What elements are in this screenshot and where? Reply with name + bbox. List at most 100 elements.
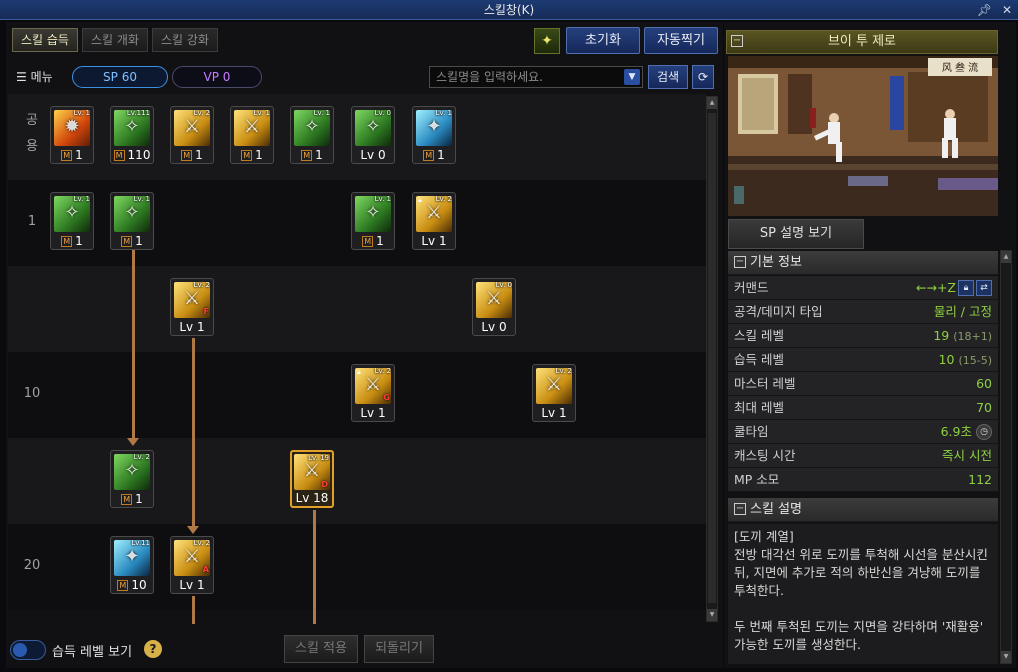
skill-slot[interactable]: ✦ Lv.11 M 10	[110, 536, 154, 594]
info-value: 19	[933, 328, 950, 343]
info-row-damage-type: 공격/데미지 타입 물리 / 고정	[728, 300, 998, 324]
collapse-icon[interactable]: −	[731, 35, 743, 47]
info-key: MP 소모	[734, 472, 780, 487]
tree-connector	[192, 596, 195, 624]
close-icon[interactable]: ✕	[1002, 3, 1012, 17]
help-icon[interactable]: ?	[144, 640, 162, 658]
info-row-cooldown: 쿨타임 6.9초 ◷	[728, 420, 998, 444]
skill-slot[interactable]: ✦ Lv. 1M1	[412, 106, 456, 164]
skill-slot[interactable]: ✧ Lv. 1M1	[50, 192, 94, 250]
info-value: 6.9초	[940, 424, 972, 439]
window-title: 스킬창(K)	[483, 3, 535, 17]
info-value: 10	[938, 352, 955, 367]
skill-level-tag: Lv. 1	[374, 195, 391, 203]
skill-slot[interactable]: ⚔ Lv. 2 Lv 1	[532, 364, 576, 422]
skill-level-tag: Lv. 2	[193, 109, 210, 117]
scroll-up-icon[interactable]: ▲	[1001, 251, 1011, 263]
skill-slot[interactable]: ⚔ Lv. 2 F Lv 1	[170, 278, 214, 336]
learn-level-toggle[interactable]	[10, 640, 46, 660]
pin-icon[interactable]: 📌︎	[977, 3, 992, 17]
skill-slot[interactable]: ✹ Lv. 1M1	[50, 106, 94, 164]
skill-slot[interactable]: ⚔ Lv. 1M1	[230, 106, 274, 164]
skill-slot[interactable]: ⚔ Lv. 2 🔒︎ G Lv 1	[351, 364, 395, 422]
master-badge-icon: M	[121, 494, 133, 505]
lock-icon[interactable]: 🔒︎	[958, 280, 974, 296]
row-label-10: 10	[23, 386, 41, 401]
master-badge-icon: M	[241, 150, 253, 161]
scroll-down-icon[interactable]: ▼	[1001, 651, 1011, 663]
info-row-learn-level: 습득 레벨 10 (15-5)	[728, 348, 998, 372]
tab-skill-acquire[interactable]: 스킬 습득	[12, 28, 78, 52]
row-label-20: 20	[23, 558, 41, 573]
info-row-command: 커맨드 ←→+Z 🔒︎ ⇄	[728, 276, 998, 300]
skill-point-value: M1	[291, 148, 333, 162]
search-button[interactable]: 검색	[648, 65, 688, 89]
skill-slot[interactable]: ✧ Lv.111 M 110	[110, 106, 154, 164]
skill-point-value: M 10	[111, 578, 153, 592]
skill-slot[interactable]: ✧ Lv. 0 Lv 0	[351, 106, 395, 164]
tab-skill-bloom[interactable]: 스킬 개화	[81, 28, 148, 52]
skill-slot[interactable]: ⚔ Lv. 2M1	[170, 106, 214, 164]
lock-icon: 🔒︎	[357, 368, 361, 376]
tree-scrollbar[interactable]: ▲ ▼	[706, 96, 718, 622]
skill-level-tag: Lv. 1	[313, 109, 330, 117]
sparkle-icon: ✦	[541, 33, 553, 49]
vp-counter: VP 0	[172, 66, 262, 88]
hamburger-icon: ☰	[16, 70, 27, 84]
skill-slot[interactable]: ⚔ Lv. 19 D Lv 18	[290, 450, 334, 508]
detail-scrollbar[interactable]: ▲ ▼	[1000, 250, 1012, 664]
master-badge-icon: M	[181, 150, 193, 161]
tree-arrow	[187, 526, 199, 534]
skill-level-tag: Lv. 1	[73, 109, 90, 117]
window-titlebar: 스킬창(K) 📌︎ ✕	[0, 0, 1018, 20]
clock-icon: ◷	[976, 424, 992, 440]
skill-slot[interactable]: ⚔ Lv. 2 A Lv 1	[170, 536, 214, 594]
skill-slot[interactable]: ✧ Lv. 1M1	[290, 106, 334, 164]
scroll-thumb[interactable]	[708, 113, 716, 603]
info-key: 공격/데미지 타입	[734, 304, 823, 319]
collapse-icon[interactable]: −	[734, 503, 746, 515]
skill-point-value: M1	[171, 148, 213, 162]
skill-slot[interactable]: ✧ Lv. 1M1	[110, 192, 154, 250]
tab-bar: 스킬 습득 스킬 개화 스킬 강화	[12, 28, 218, 52]
collapse-icon[interactable]: −	[734, 256, 746, 268]
skill-point-value: Lv 1	[421, 234, 447, 248]
menu-label: 메뉴	[30, 70, 53, 84]
skill-level-tag: Lv. 2	[555, 367, 572, 375]
tree-arrow	[127, 438, 139, 446]
swap-icon[interactable]: ⇄	[976, 280, 992, 296]
desc-line: 두 번째 투척된 도끼는 지면을 강타하며 '재활용' 가능한 도끼를 생성한다…	[734, 619, 984, 652]
skill-point-value: M1	[413, 148, 455, 162]
skill-rank: F	[203, 307, 209, 316]
scroll-up-icon[interactable]: ▲	[707, 97, 717, 109]
reset-button[interactable]: 초기화	[566, 27, 640, 54]
auto-assign-button[interactable]: 자동찍기	[644, 27, 718, 54]
skill-description: [도끼 계열] 전방 대각선 위로 도끼를 투척해 시선을 분산시킨 뒤, 지면…	[728, 524, 998, 664]
skill-level-tag: Lv. 2	[374, 367, 391, 375]
skill-search-input[interactable]: 스킬명을 입력하세요.	[429, 66, 643, 88]
skill-slot[interactable]: ⚔ Lv. 0 Lv 0	[472, 278, 516, 336]
skill-slot-button[interactable]: ✦	[534, 28, 560, 54]
skill-point-value: Lv 1	[179, 578, 205, 592]
info-key: 최대 레벨	[734, 400, 784, 415]
search-dropdown-icon[interactable]: ▼	[624, 69, 640, 85]
skill-slot[interactable]: ✧ Lv. 1M1	[351, 192, 395, 250]
skill-rank: A	[202, 565, 209, 574]
skill-slot[interactable]: ✧ Lv. 2M1	[110, 450, 154, 508]
skill-slot[interactable]: ⚔ Lv. 2 🔒︎ Lv 1	[412, 192, 456, 250]
skill-level-tag: Lv. 1	[133, 195, 150, 203]
tab-skill-enhance[interactable]: 스킬 강화	[151, 28, 218, 52]
skill-point-value: M1	[111, 492, 153, 506]
sp-description-button[interactable]: SP 설명 보기	[728, 219, 864, 249]
skill-point-value: Lv 0	[360, 148, 386, 162]
refresh-icon[interactable]: ⟳	[692, 65, 714, 89]
skill-level-tag: Lv. 1	[73, 195, 90, 203]
apply-skill-button[interactable]: 스킬 적용	[284, 635, 358, 663]
menu-button[interactable]: ☰ 메뉴	[16, 68, 53, 85]
master-badge-icon: M	[61, 236, 73, 247]
skill-level-tag: Lv. 0	[374, 109, 391, 117]
revert-button[interactable]: 되돌리기	[364, 635, 434, 663]
lock-icon: 🔒︎	[418, 196, 422, 204]
skill-point-value: Lv 1	[179, 320, 205, 334]
scroll-down-icon[interactable]: ▼	[707, 609, 717, 621]
